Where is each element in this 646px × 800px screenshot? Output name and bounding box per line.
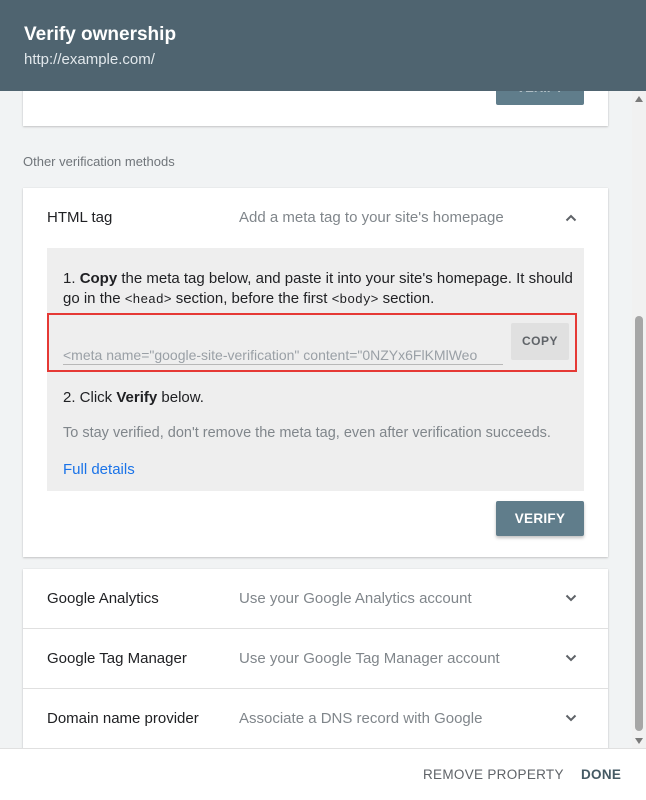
scroll-down-arrow-icon[interactable] [635,738,643,744]
method-description: Use your Google Tag Manager account [239,650,500,667]
copy-button[interactable]: COPY [511,323,569,360]
verify-button[interactable]: VERIFY [496,501,584,536]
dialog-footer: REMOVE PROPERTY DONE [0,748,646,800]
method-description: Use your Google Analytics account [239,590,472,607]
scrollbar-thumb[interactable] [635,316,643,731]
method-google-tag-manager[interactable]: Google Tag Manager Use your Google Tag M… [23,629,608,689]
html-tag-card: HTML tag Add a meta tag to your site's h… [23,188,608,557]
step-1-text: 1. Copy the meta tag below, and paste it… [63,270,573,307]
html-tag-instructions: 1. Copy the meta tag below, and paste it… [47,248,584,491]
method-google-analytics[interactable]: Google Analytics Use your Google Analyti… [23,569,608,629]
other-methods-card: Google Analytics Use your Google Analyti… [23,569,608,748]
chevron-up-icon[interactable] [564,211,578,225]
stay-verified-note: To stay verified, don't remove the meta … [63,425,551,441]
chevron-down-icon[interactable] [564,591,578,605]
dialog-title: Verify ownership [24,24,177,45]
content-scrollbar[interactable] [632,91,646,748]
step-2-text: 2. Click Verify below. [63,389,204,406]
method-title: Google Analytics [47,590,159,607]
top-verify-button[interactable]: VERIFY [496,91,584,105]
html-tag-title[interactable]: HTML tag [47,209,112,226]
meta-tag-field[interactable]: <meta name="google-site-verification" co… [63,347,503,365]
chevron-down-icon[interactable] [564,711,578,725]
dialog-header: Verify ownership http://example.com/ [0,0,646,91]
section-label: Other verification methods [23,154,175,169]
remove-property-button[interactable]: REMOVE PROPERTY [423,767,564,782]
dialog-content[interactable]: VERIFY Other verification methods HTML t… [0,91,632,748]
method-description: Associate a DNS record with Google [239,710,483,727]
method-title: Google Tag Manager [47,650,187,667]
scroll-up-arrow-icon[interactable] [635,96,643,102]
method-title: Domain name provider [47,710,199,727]
method-domain-name-provider[interactable]: Domain name provider Associate a DNS rec… [23,689,608,748]
property-url: http://example.com/ [24,51,155,68]
html-tag-description: Add a meta tag to your site's homepage [239,209,504,226]
done-button[interactable]: DONE [581,767,621,782]
full-details-link[interactable]: Full details [63,460,135,480]
recommended-method-card: VERIFY [23,91,608,126]
chevron-down-icon[interactable] [564,651,578,665]
